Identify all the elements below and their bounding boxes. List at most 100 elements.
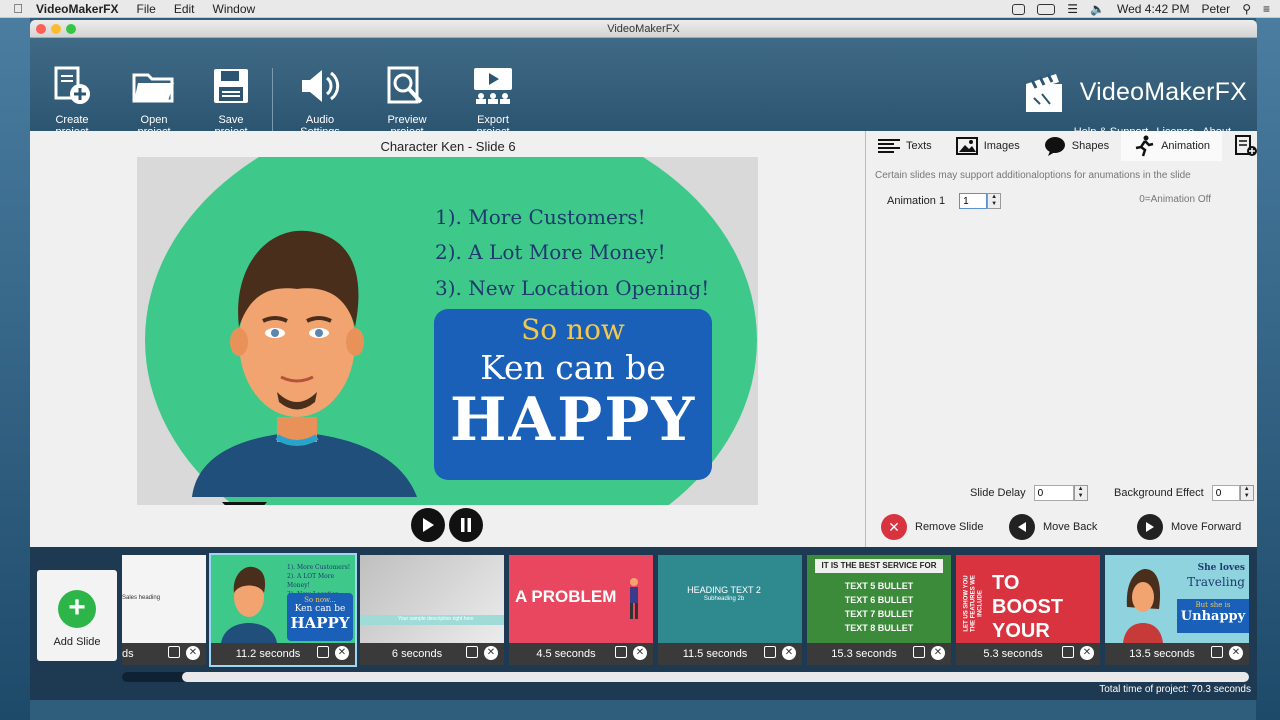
wifi-icon[interactable]: ☰ <box>1067 2 1078 16</box>
menu-user[interactable]: Peter <box>1202 2 1231 16</box>
apple-menu-icon[interactable]:  <box>0 1 36 16</box>
tab-animation[interactable]: Animation <box>1121 131 1222 161</box>
stepper-up-icon[interactable]: ▲ <box>988 194 1000 201</box>
audio-settings-button[interactable]: Audio Settings <box>285 64 355 138</box>
play-button[interactable] <box>411 508 445 542</box>
menu-clock[interactable]: Wed 4:42 PM <box>1117 2 1189 16</box>
slide-line-3[interactable]: 3). New Location Opening! <box>435 276 709 300</box>
tab-images[interactable]: Images <box>944 131 1032 161</box>
window-titlebar: VideoMakerFX <box>30 20 1257 38</box>
slide-delay-stepper[interactable]: ▲▼ <box>1033 485 1088 501</box>
background-effect-stepper[interactable]: ▲▼ <box>1211 485 1254 501</box>
duplicate-icon[interactable] <box>1211 646 1223 658</box>
slide-line-2[interactable]: 2). A Lot More Money! <box>435 240 666 264</box>
window-title: VideoMakerFX <box>607 23 680 35</box>
play-icon <box>423 518 434 532</box>
duplicate-icon[interactable] <box>764 646 776 658</box>
background-effect-arrows[interactable]: ▲ ▼ <box>1239 485 1254 501</box>
slide-thumbnail[interactable]: HEADING TEXT 2 Subheading 2b 11.5 second… <box>658 555 802 665</box>
tray-status-icon[interactable] <box>1012 3 1026 15</box>
slide-happy-text: HAPPY <box>449 385 697 455</box>
stepper-down-icon[interactable]: ▼ <box>1075 493 1087 500</box>
slide-blue-box[interactable]: So now Ken can be HAPPY <box>434 309 712 480</box>
slide-preview: LET US SHOW YOU THE FEATURES WE INCLUDE … <box>956 555 1100 643</box>
move-back-button[interactable]: Move Back <box>1009 514 1097 540</box>
slide-canvas[interactable]: 1). More Customers! 2). A Lot More Money… <box>137 157 758 505</box>
slide-caption: A PROBLEM <box>515 587 617 606</box>
add-slide-element-button[interactable] <box>1222 131 1257 161</box>
menu-app-name[interactable]: VideoMakerFX <box>36 2 118 16</box>
remove-slide-button[interactable]: ✕ Remove Slide <box>881 514 983 540</box>
slide-thumbnail[interactable]: 1). More Customers! 2). A LOT More Money!… <box>209 553 357 667</box>
add-slide-button[interactable]: + Add Slide <box>37 570 117 661</box>
forward-arrow-icon <box>1137 514 1163 540</box>
menu-edit[interactable]: Edit <box>174 2 195 16</box>
duplicate-icon[interactable] <box>913 646 925 658</box>
slide-delay-row: Slide Delay ▲▼ <box>970 485 1088 501</box>
volume-icon[interactable]: 🔈 <box>1090 2 1105 16</box>
move-forward-label: Move Forward <box>1171 521 1242 533</box>
save-project-button[interactable]: Save project <box>201 64 261 138</box>
move-forward-button[interactable]: Move Forward <box>1137 514 1241 540</box>
export-project-button[interactable]: Export project <box>460 64 526 138</box>
spotlight-search-icon[interactable]: ⚲ <box>1242 2 1251 16</box>
bullet: TEXT 8 BULLET <box>844 623 914 633</box>
open-project-button[interactable]: Open project <box>123 64 185 138</box>
animation-1-stepper[interactable]: ▲▼ <box>959 193 1002 209</box>
duplicate-icon[interactable] <box>317 646 329 658</box>
slide-line-1[interactable]: 1). More Customers! <box>435 205 646 229</box>
duplicate-icon[interactable] <box>466 646 478 658</box>
strip-scrollbar-thumb[interactable] <box>182 672 1249 682</box>
character-ken-illustration[interactable] <box>177 227 427 505</box>
slide-thumbnail[interactable]: She loves Traveling But she is Unhappy 1… <box>1105 555 1249 665</box>
duplicate-icon[interactable] <box>1062 646 1074 658</box>
preview-project-button[interactable]: Preview project <box>371 64 443 138</box>
delete-icon[interactable]: ✕ <box>633 646 647 660</box>
tab-texts[interactable]: Texts <box>866 131 944 161</box>
notification-list-icon[interactable]: ≡ <box>1263 2 1270 16</box>
slide-thumbnail[interactable]: Sales heading ds ✕ <box>122 555 206 665</box>
slide-thumbnail[interactable]: A PROBLEM 4.5 seconds ✕ <box>509 555 653 665</box>
stepper-down-icon[interactable]: ▼ <box>988 201 1000 208</box>
menu-file[interactable]: File <box>136 2 155 16</box>
animation-1-input[interactable] <box>959 193 988 209</box>
animation-1-arrows[interactable]: ▲ ▼ <box>987 193 1002 209</box>
delete-icon[interactable]: ✕ <box>782 646 796 660</box>
minimize-window-button[interactable] <box>51 24 61 34</box>
back-arrow-icon <box>1009 514 1035 540</box>
tray-battery-icon[interactable] <box>1037 3 1056 15</box>
delete-icon[interactable]: ✕ <box>1080 646 1094 660</box>
slide-thumbnail[interactable]: Your sample description right here 6 sec… <box>360 555 504 665</box>
slide-delay-input[interactable] <box>1033 485 1074 501</box>
duplicate-icon[interactable] <box>615 646 627 658</box>
stepper-down-icon[interactable]: ▼ <box>1241 493 1253 500</box>
mac-menubar:  VideoMakerFX File Edit Window ☰ 🔈 Wed … <box>0 0 1280 18</box>
zoom-window-button[interactable] <box>66 24 76 34</box>
pause-button[interactable] <box>449 508 483 542</box>
slide-footer: 4.5 seconds ✕ <box>509 643 653 665</box>
close-window-button[interactable] <box>36 24 46 34</box>
delete-icon[interactable]: ✕ <box>335 646 349 660</box>
delete-icon[interactable]: ✕ <box>931 646 945 660</box>
delete-icon[interactable]: ✕ <box>186 646 200 660</box>
background-effect-input[interactable] <box>1211 485 1240 501</box>
slide-caption: Sales heading <box>122 595 161 601</box>
background-effect-row: Background Effect ▲▼ <box>1114 485 1254 501</box>
tab-images-label: Images <box>983 140 1020 152</box>
character-ken-mini-icon <box>221 566 277 643</box>
slide-thumbnail[interactable]: LET US SHOW YOU THE FEATURES WE INCLUDE … <box>956 555 1100 665</box>
image-icon <box>955 137 978 155</box>
tab-shapes[interactable]: Shapes <box>1032 131 1121 161</box>
delete-icon[interactable]: ✕ <box>1229 646 1243 660</box>
menu-window[interactable]: Window <box>213 2 256 16</box>
create-project-button[interactable]: Create project <box>40 64 104 138</box>
slide-delay-arrows[interactable]: ▲ ▼ <box>1073 485 1088 501</box>
slide-thumbnail[interactable]: IT IS THE BEST SERVICE FOR TEXT 5 BULLET… <box>807 555 951 665</box>
slide-delay-label: Slide Delay <box>970 487 1026 499</box>
delete-icon[interactable]: ✕ <box>484 646 498 660</box>
stepper-up-icon[interactable]: ▲ <box>1241 486 1253 493</box>
person-figure-icon <box>630 578 638 619</box>
new-file-icon <box>50 64 94 108</box>
stepper-up-icon[interactable]: ▲ <box>1075 486 1087 493</box>
duplicate-icon[interactable] <box>168 646 180 658</box>
